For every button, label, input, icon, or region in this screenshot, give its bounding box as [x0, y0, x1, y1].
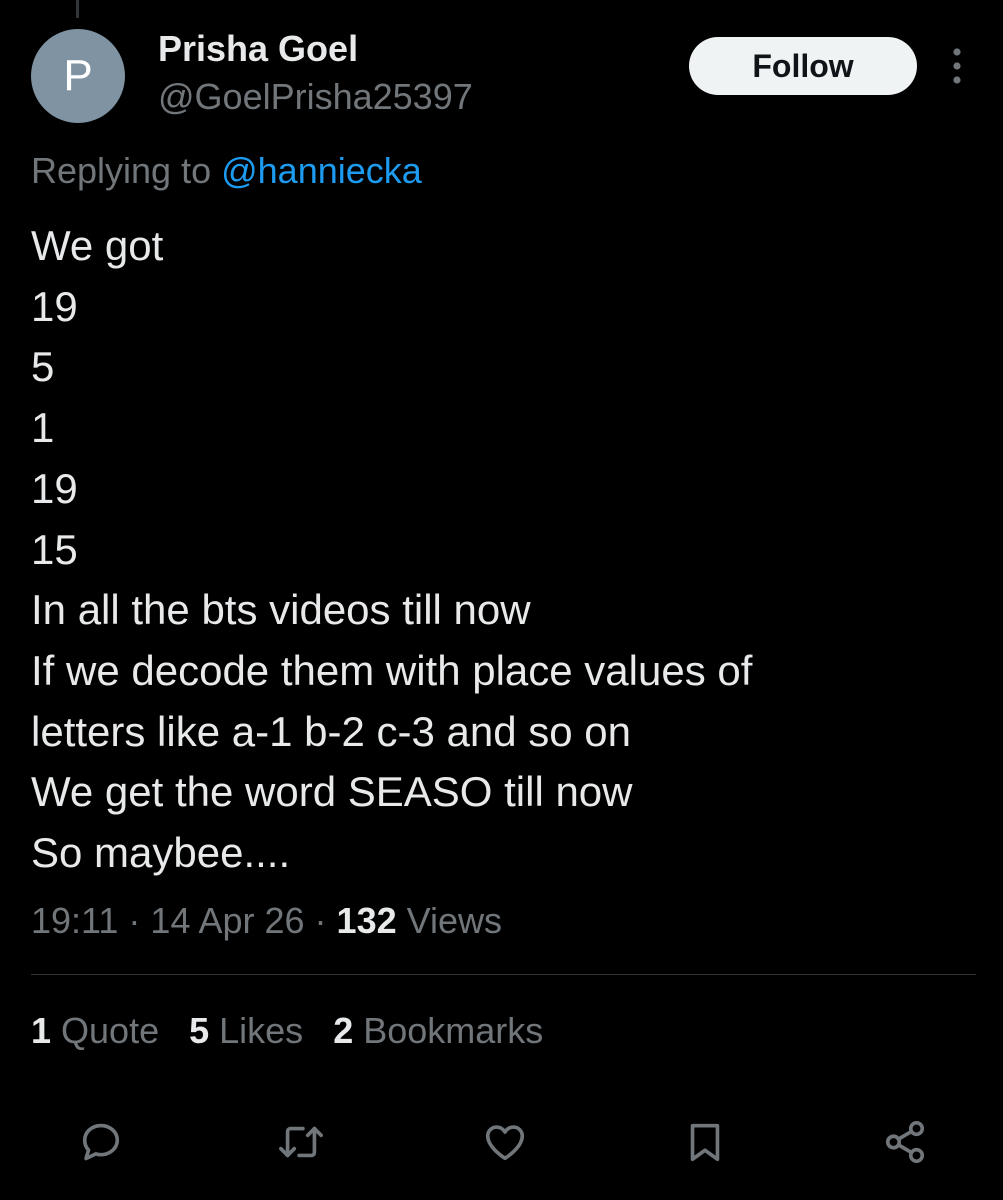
follow-button[interactable]: Follow: [689, 37, 917, 95]
tweet-line: letters like a-1 b-2 c-3 and so on: [31, 707, 631, 755]
likes-stat[interactable]: 5 Likes: [189, 1010, 303, 1052]
reply-button[interactable]: [76, 1117, 126, 1167]
more-vertical-icon[interactable]: [940, 44, 974, 88]
meta-separator: ·: [304, 900, 337, 941]
author-handle[interactable]: @GoelPrisha25397: [158, 76, 473, 118]
bookmarks-count: 2: [333, 1010, 354, 1051]
tweet-line: So maybee....: [31, 829, 291, 877]
tweet-meta: 19:11 · 14 Apr 26 · 132 Views: [31, 900, 502, 942]
like-button[interactable]: [480, 1117, 530, 1167]
tweet-line: 1: [31, 404, 55, 452]
thread-connector-line: [76, 0, 79, 18]
tweet-line: 15: [31, 525, 78, 573]
views-count: 132: [336, 900, 397, 941]
repost-button[interactable]: [276, 1117, 326, 1167]
author-display-name[interactable]: Prisha Goel: [158, 28, 358, 70]
replying-to-label: Replying to: [31, 150, 222, 191]
tweet-line: 19: [31, 282, 78, 330]
heart-icon: [485, 1125, 525, 1161]
tweet-text: We got 19 5 1 19 15 In all the bts video…: [31, 216, 981, 884]
tweet-line: If we decode them with place values of: [31, 646, 753, 694]
quotes-count: 1: [31, 1010, 52, 1051]
share-button[interactable]: [880, 1117, 930, 1167]
likes-count: 5: [189, 1010, 210, 1051]
tweet-line: We got: [31, 222, 164, 269]
divider: [31, 974, 976, 975]
avatar-initial: P: [63, 51, 93, 100]
share-icon: [885, 1121, 925, 1163]
tweet-time[interactable]: 19:11: [31, 900, 118, 941]
reply-icon: [82, 1123, 120, 1161]
replying-to: Replying to @hanniecka: [31, 150, 422, 192]
quotes-label: Quote: [51, 1010, 160, 1051]
avatar[interactable]: P: [31, 29, 125, 123]
tweet-line: We get the word SEASO till now: [31, 768, 633, 816]
reply-mention-link[interactable]: @hanniecka: [221, 150, 422, 191]
tweet-line: In all the bts videos till now: [31, 586, 531, 634]
quotes-stat[interactable]: 1 Quote: [31, 1010, 159, 1052]
bookmark-button[interactable]: [680, 1117, 730, 1167]
engagement-stats: 1 Quote 5 Likes 2 Bookmarks: [31, 1010, 573, 1052]
likes-label: Likes: [209, 1010, 304, 1051]
tweet-date[interactable]: 14 Apr 26: [150, 900, 304, 941]
views-label: Views: [396, 900, 503, 941]
meta-separator: ·: [118, 900, 151, 941]
bookmarks-label: Bookmarks: [353, 1010, 544, 1051]
tweet-line: 5: [31, 343, 55, 391]
tweet-line: 19: [31, 464, 78, 512]
bookmarks-stat[interactable]: 2 Bookmarks: [333, 1010, 543, 1052]
repost-icon: [279, 1126, 323, 1158]
bookmark-icon: [690, 1123, 720, 1162]
